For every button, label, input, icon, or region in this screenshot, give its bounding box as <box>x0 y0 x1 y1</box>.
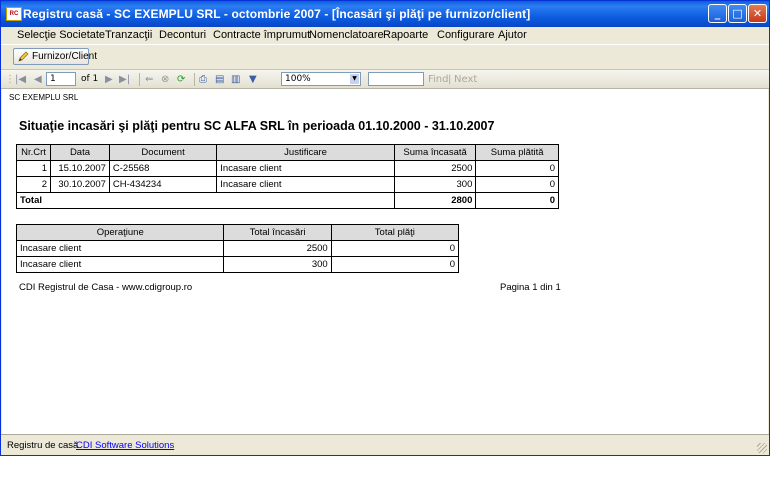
menu-configurare[interactable]: Configurare <box>437 29 494 41</box>
app-window: RC Registru casă - SC EXEMPLU SRL - octo… <box>0 0 770 456</box>
next-page-icon[interactable]: ▶ <box>105 73 113 86</box>
column-header: Suma încasată <box>393 144 477 161</box>
table-cell: Incasare client <box>216 176 395 193</box>
zoom-select[interactable]: 100% ▼ <box>281 72 361 86</box>
furnizor-client-label: Furnizor/Client <box>32 51 98 62</box>
table-cell: Incasare client <box>15 256 225 273</box>
report-page: SC EXEMPLU SRL Situaţie incasări şi plăţ… <box>2 89 768 434</box>
table-cell: 0 <box>330 256 460 273</box>
page-count-label: of 1 <box>81 74 99 84</box>
find-link[interactable]: Find <box>428 73 449 86</box>
table-cell: 300 <box>223 256 332 273</box>
table-row: 2 30.10.2007 CH-434234 Incasare client 3… <box>15 176 559 193</box>
app-icon[interactable]: RC <box>6 7 22 21</box>
page-number-input[interactable]: 1 <box>46 72 76 86</box>
table-cell: 0 <box>475 176 559 193</box>
menu-contracte-imprumut[interactable]: Contracte împrumut <box>213 29 310 41</box>
export-icon[interactable]: ▼ <box>249 73 257 86</box>
status-bar: Registru de casă CDI Software Solutions <box>1 434 769 455</box>
report-footer-left: CDI Registrul de Casa - www.cdigroup.ro <box>19 282 193 293</box>
status-app-name: Registru de casă <box>7 440 79 451</box>
total-incasat: 2800 <box>393 192 477 209</box>
page-setup-icon[interactable]: ▥ <box>231 73 240 86</box>
table-cell: 300 <box>393 176 477 193</box>
table-cell: 2 <box>15 176 52 193</box>
total-row: Total 2800 0 <box>16 192 559 209</box>
column-header: Total plăţi <box>330 224 460 241</box>
column-header: Justificare <box>216 144 395 161</box>
table-header-row: Nr.Crt Data Document Justificare Suma în… <box>15 144 559 161</box>
first-page-icon[interactable]: |◀ <box>15 73 26 86</box>
back-icon[interactable]: ⇐ <box>145 73 153 86</box>
total-platit: 0 <box>475 192 559 209</box>
menu-ajutor[interactable]: Ajutor <box>498 29 527 41</box>
close-button[interactable]: ✕ <box>748 4 767 23</box>
maximize-button[interactable]: □ <box>728 4 747 23</box>
column-header: Nr.Crt <box>15 144 52 161</box>
menu-tranzactii[interactable]: Tranzacţii <box>105 29 152 41</box>
previous-page-icon[interactable]: ◀ <box>34 73 42 86</box>
transactions-table: Nr.Crt Data Document Justificare Suma în… <box>15 144 559 209</box>
table-cell: 0 <box>475 160 559 177</box>
report-title: Situaţie incasări şi plăţi pentru SC ALF… <box>19 119 495 133</box>
column-header: Suma plătită <box>475 144 559 161</box>
toolbar-separator <box>194 73 195 86</box>
table-cell: C-25568 <box>108 160 218 177</box>
table-header-row: Operaţiune Total încasări Total plăţi <box>15 224 460 241</box>
summary-table: Operaţiune Total încasări Total plăţi In… <box>15 224 460 273</box>
column-header: Operaţiune <box>15 224 225 241</box>
report-viewer-toolbar: ⋮ |◀ ◀ 1 of 1 ▶ ▶| ⇐ ⊗ ⟳ ⎙ ▤ ▥ ▼ 100% ▼ … <box>1 69 769 89</box>
column-header: Total încasări <box>223 224 332 241</box>
toolbar-grip-icon: ⋮ <box>5 74 15 85</box>
table-cell: 2500 <box>223 240 332 257</box>
window-title: Registru casă - SC EXEMPLU SRL - octombr… <box>23 7 531 21</box>
table-cell: CH-434234 <box>108 176 218 193</box>
pencil-icon <box>18 51 29 62</box>
minimize-button[interactable]: _ <box>708 4 727 23</box>
furnizor-client-button[interactable]: Furnizor/Client <box>13 48 97 65</box>
table-row: Incasare client 300 0 <box>15 256 460 273</box>
menu-rapoarte[interactable]: Rapoarte <box>383 29 428 41</box>
table-cell: 1 <box>15 160 52 177</box>
column-header: Document <box>108 144 218 161</box>
menu-selectie-societate[interactable]: Selecţie Societate <box>17 29 105 41</box>
table-cell: 2500 <box>393 160 477 177</box>
status-company-link[interactable]: CDI Software Solutions <box>76 440 174 451</box>
chevron-down-icon[interactable]: ▼ <box>350 74 359 84</box>
table-cell: 30.10.2007 <box>50 176 110 193</box>
menu-nomenclatoare[interactable]: Nomenclatoare <box>309 29 384 41</box>
find-next-link[interactable]: Next <box>454 73 477 86</box>
menu-deconturi[interactable]: Deconturi <box>159 29 206 41</box>
report-page-number: Pagina 1 din 1 <box>500 282 561 293</box>
report-company: SC EXEMPLU SRL <box>9 93 79 102</box>
menu-bar: Selecţie Societate Tranzacţii Deconturi … <box>1 27 769 44</box>
table-cell: 15.10.2007 <box>50 160 110 177</box>
last-page-icon[interactable]: ▶| <box>119 73 130 86</box>
table-cell: Incasare client <box>15 240 225 257</box>
find-separator: | <box>448 74 452 85</box>
print-icon[interactable]: ⎙ <box>199 73 207 86</box>
find-input[interactable] <box>368 72 424 86</box>
zoom-value: 100% <box>285 74 311 84</box>
table-cell: 0 <box>330 240 460 257</box>
column-header: Data <box>50 144 110 161</box>
toolbar-separator <box>139 73 140 86</box>
print-layout-icon[interactable]: ▤ <box>215 73 224 86</box>
title-bar[interactable]: RC Registru casă - SC EXEMPLU SRL - octo… <box>1 1 769 27</box>
total-label: Total <box>16 192 395 209</box>
table-cell: Incasare client <box>216 160 395 177</box>
table-row: 1 15.10.2007 C-25568 Incasare client 250… <box>15 160 559 177</box>
main-toolbar: Furnizor/Client <box>1 44 769 69</box>
stop-icon[interactable]: ⊗ <box>161 73 169 86</box>
resize-grip-icon[interactable] <box>757 443 767 453</box>
table-row: Incasare client 2500 0 <box>15 240 460 257</box>
refresh-icon[interactable]: ⟳ <box>177 73 185 86</box>
